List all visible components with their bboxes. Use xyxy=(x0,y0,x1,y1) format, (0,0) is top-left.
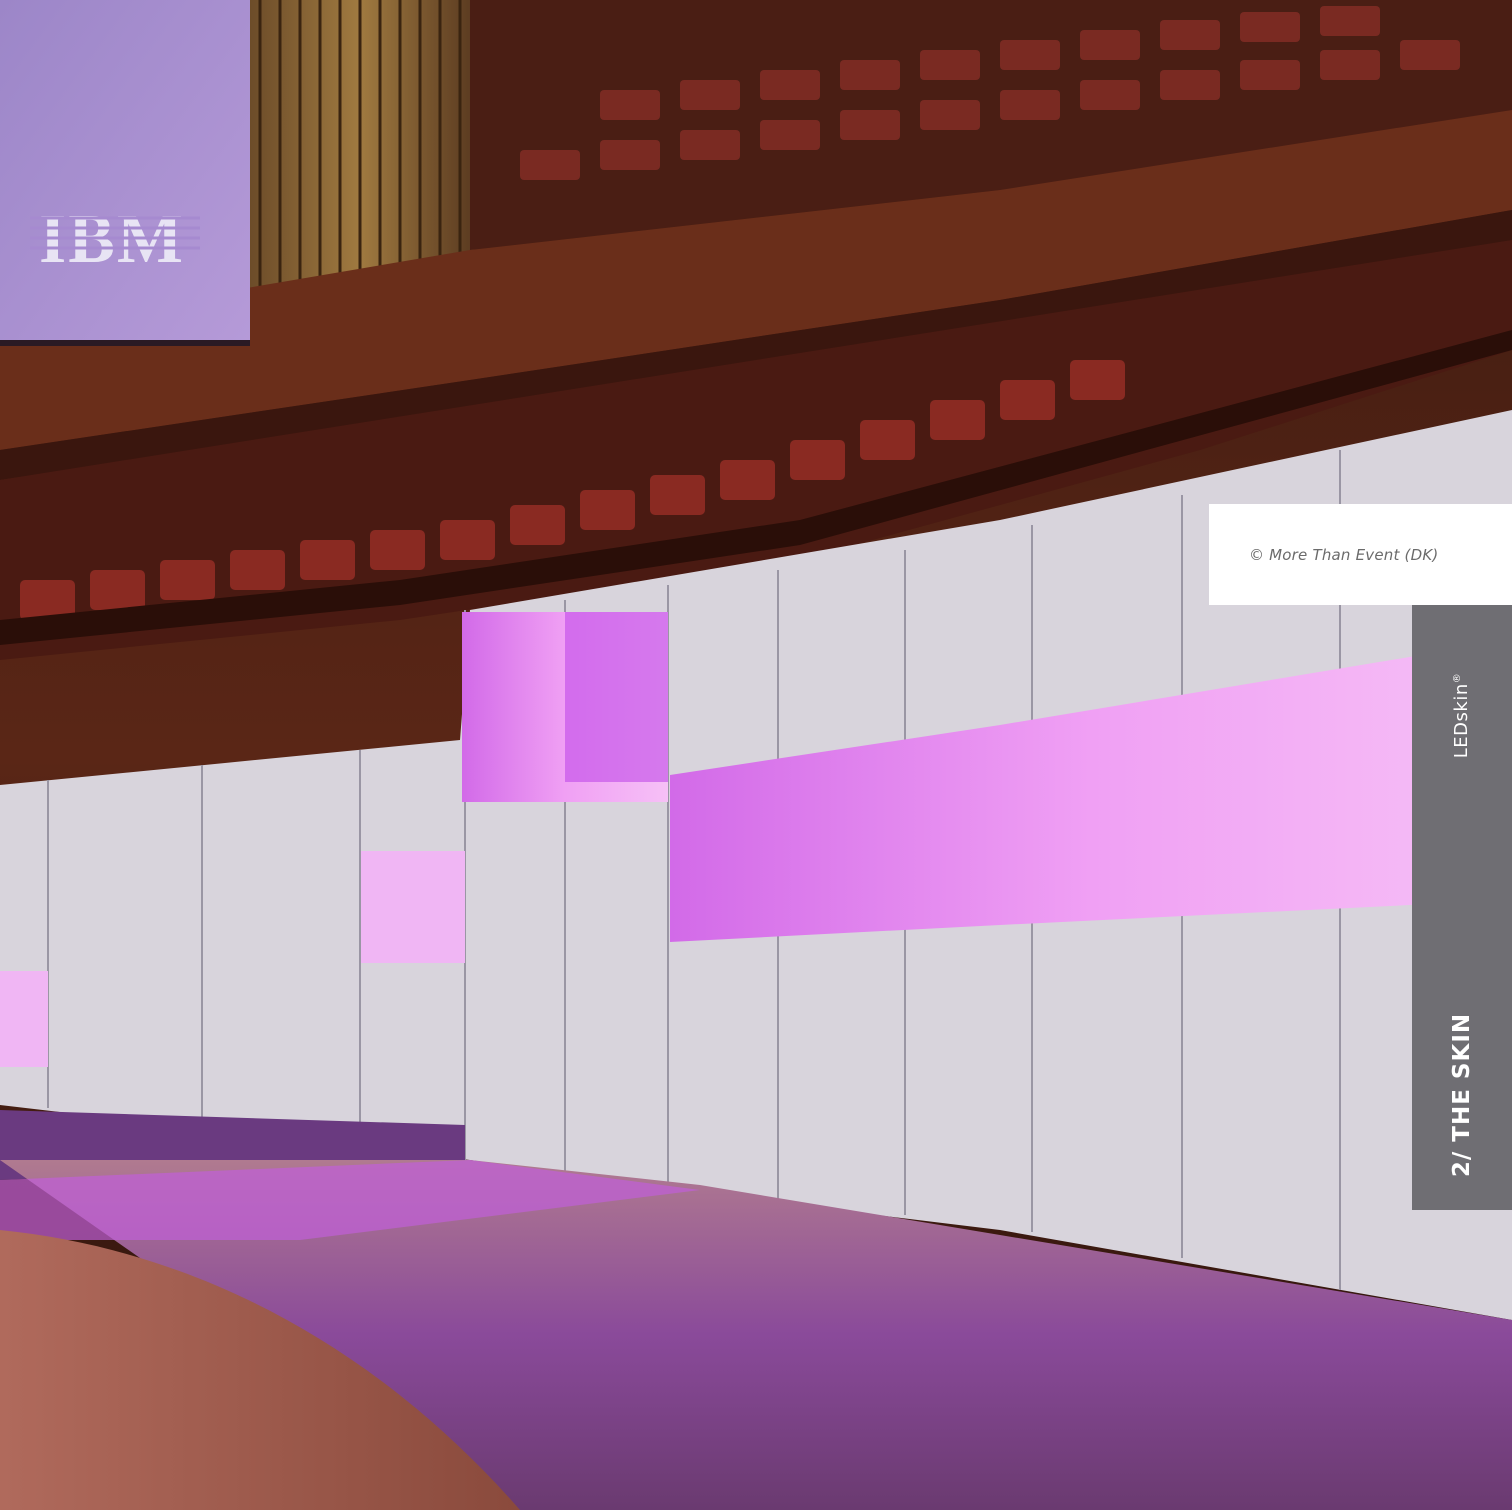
brand-label: LEDskin® xyxy=(1451,672,1472,757)
section-title: 2/ THE SKIN xyxy=(1449,1012,1476,1178)
photo-credit: © More Than Event (DK) xyxy=(1249,545,1439,564)
photo-credit-box: © More Than Event (DK) xyxy=(1209,504,1512,605)
brand-label-wrap: LEDskin® xyxy=(1412,660,1512,770)
event-hall-photo: IBM xyxy=(0,0,1512,1510)
organ-pipes xyxy=(245,0,475,300)
brand-name: LEDskin xyxy=(1451,682,1473,758)
projection-screen: IBM xyxy=(0,0,250,346)
registered-mark: ® xyxy=(1452,672,1464,683)
section-title-wrap: 2/ THE SKIN xyxy=(1412,995,1512,1195)
section-side-tab: LEDskin® 2/ THE SKIN xyxy=(1412,605,1512,1210)
